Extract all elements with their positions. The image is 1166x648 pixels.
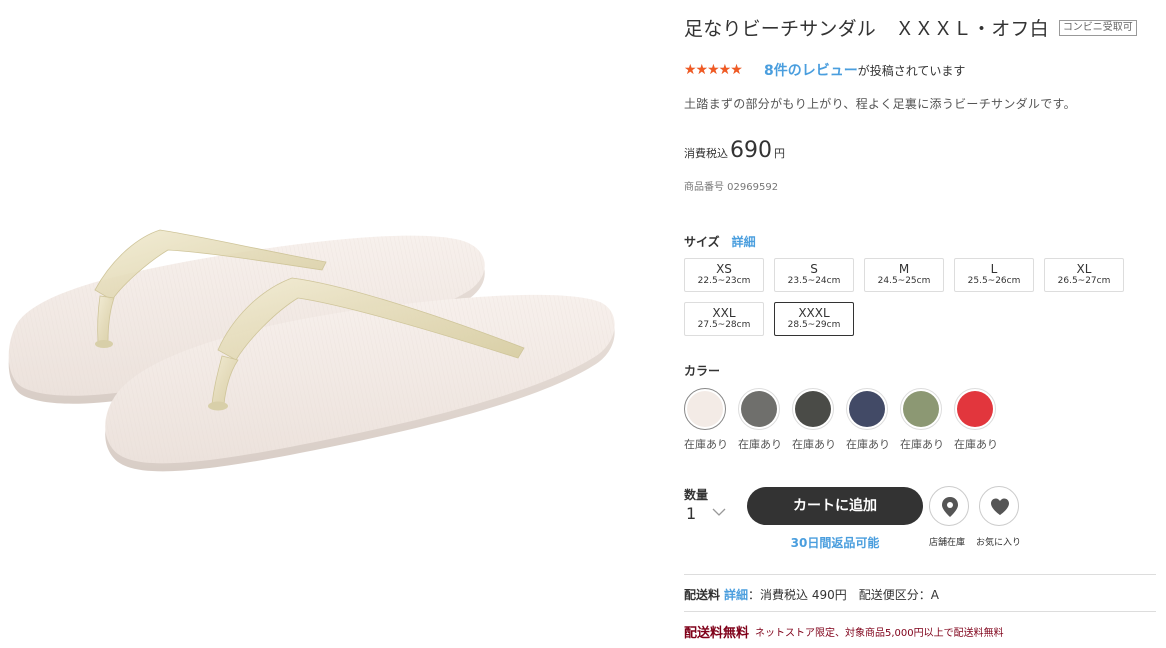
size-header: サイズ 詳細 [684,233,756,250]
stock-status: 在庫あり [954,438,998,451]
product-image [0,0,640,648]
color-swatch-fill [957,391,993,427]
sandals-image [8,229,615,472]
color-swatch[interactable] [846,388,888,430]
divider [684,574,1156,575]
size-option-name: XXXL [798,306,830,320]
stock-status: 在庫あり [900,438,944,451]
size-option-range: 26.5~27cm [1057,276,1111,286]
color-option-red[interactable]: 在庫あり [954,388,998,451]
size-option-m[interactable]: M 24.5~25cm [864,258,944,292]
free-shipping-row: 配送料無料 ネットストア限定、対象商品5,000円以上で配送料無料 [684,622,1004,641]
color-option-dark-gray[interactable]: 在庫あり [792,388,836,451]
stock-status: 在庫あり [846,438,890,451]
size-option-range: 28.5~29cm [787,320,841,330]
size-detail-link[interactable]: 詳細 [732,233,756,250]
size-label: サイズ [684,235,720,249]
divider [684,611,1156,612]
size-option-xxxl[interactable]: XXXL 28.5~29cm [774,302,854,336]
shipping-row: 配送料 詳細 ：消費税込 490円 配送便区分：A [684,586,939,603]
size-option-xxl[interactable]: XXL 27.5~28cm [684,302,764,336]
chevron-down-icon[interactable] [712,507,726,517]
stock-status: 在庫あり [738,438,782,451]
size-option-name: S [810,262,818,276]
size-option-range: 24.5~25cm [877,276,931,286]
color-swatch-fill [741,391,777,427]
color-swatch-fill [903,391,939,427]
returns-policy-text: 30日間返品可能 [790,536,880,550]
price-tax-label: 消費税込 [684,147,728,160]
size-option-xl[interactable]: XL 26.5~27cm [1044,258,1124,292]
size-option-name: XS [716,262,732,276]
favorite-button[interactable] [979,486,1019,526]
color-swatch[interactable] [954,388,996,430]
color-swatch[interactable] [792,388,834,430]
size-option-l[interactable]: L 25.5~26cm [954,258,1034,292]
color-swatch[interactable] [900,388,942,430]
size-option-range: 22.5~23cm [697,276,751,286]
free-shipping-title: 配送料無料 [684,626,750,641]
shipping-info: ：消費税込 490円 配送便区分：A [748,588,939,602]
color-swatch[interactable] [738,388,780,430]
shipping-detail-link[interactable]: 詳細 [724,586,748,603]
color-swatch-fill [687,391,723,427]
size-option-name: XXL [712,306,736,320]
color-option-khaki[interactable]: 在庫あり [900,388,944,451]
color-label: カラー [684,364,721,378]
color-option-navy[interactable]: 在庫あり [846,388,890,451]
add-to-cart-button[interactable]: カートに追加 [747,487,923,525]
size-option-xs[interactable]: XS 22.5~23cm [684,258,764,292]
size-option-range: 27.5~28cm [697,320,751,330]
price-unit: 円 [774,147,785,160]
store-stock-button[interactable] [929,486,969,526]
title-row: 足なりビーチサンダル ＸＸＸＬ・オフ白 コンビニ受取可 [684,14,1137,41]
review-suffix-text: が投稿されています [857,63,966,78]
favorite-caption: お気に入り [976,538,1022,548]
color-swatch-fill [795,391,831,427]
price-row: 消費税込 690 円 [684,138,785,163]
size-option-range: 23.5~24cm [787,276,841,286]
stock-status: 在庫あり [792,438,836,451]
size-option-s[interactable]: S 23.5~24cm [774,258,854,292]
shipping-label: 配送料 [684,588,721,602]
quantity-select[interactable]: 1 [686,504,696,523]
product-title: 足なりビーチサンダル ＸＸＸＬ・オフ白 [684,18,1049,40]
quantity-label: 数量 [684,488,709,502]
free-shipping-note: ネットストア限定、対象商品5,000円以上で配送料無料 [755,628,1004,639]
review-count-link[interactable]: 8件のレビュー [764,60,858,80]
color-swatch-fill [849,391,885,427]
size-option-name: XL [1076,262,1092,276]
review-row: ★★★★★ ★★★★★ 8件のレビュー が投稿されています [684,60,965,80]
price-value: 690 [730,138,772,163]
rating-stars: ★★★★★ ★★★★★ [684,61,754,79]
product-code: 商品番号 02969592 [684,182,779,193]
size-option-name: L [990,262,998,276]
stock-status: 在庫あり [684,438,728,451]
heart-icon [991,498,1009,515]
size-option-name: M [898,262,910,276]
product-info-panel: 足なりビーチサンダル ＸＸＸＬ・オフ白 コンビニ受取可 ★★★★★ ★★★★★ … [684,0,1156,648]
size-option-range: 25.5~26cm [967,276,1021,286]
color-swatch[interactable] [684,388,726,430]
store-stock-caption: 店舗在庫 [929,538,966,548]
star-filled-icons: ★★★★★ [684,62,743,78]
convenience-store-badge: コンビニ受取可 [1058,19,1137,36]
location-pin-icon [942,497,958,517]
product-description: 土踏まずの部分がもり上がり、程よく足裏に添うビーチサンダルです。 [684,97,1076,111]
color-option-off-white[interactable]: 在庫あり [684,388,728,451]
color-option-gray[interactable]: 在庫あり [738,388,782,451]
